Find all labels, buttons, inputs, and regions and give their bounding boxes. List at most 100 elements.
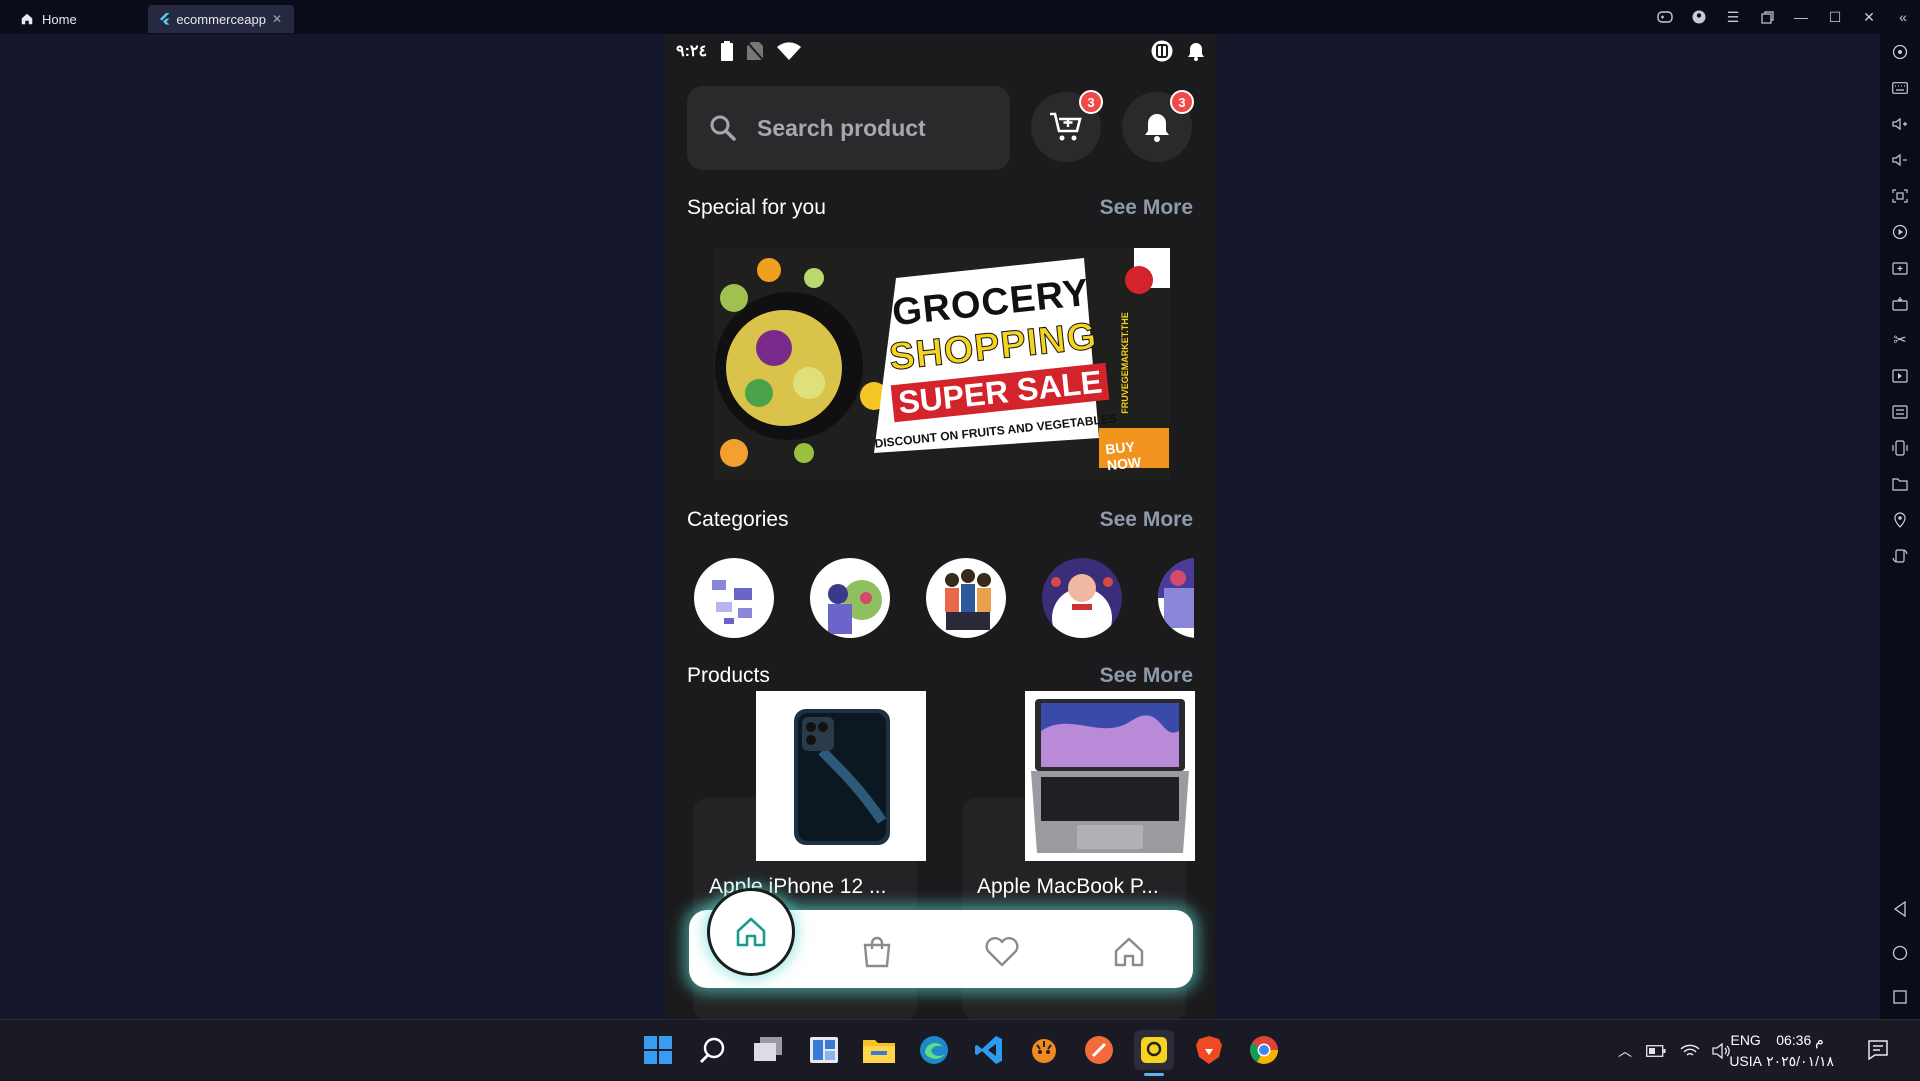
phone-screen: ٩:٢٤ Search product 3 3 Special for you … [664, 34, 1217, 1019]
notification-center-icon [1868, 1040, 1888, 1060]
nav-profile-button[interactable] [1109, 932, 1149, 972]
promo-banner[interactable]: GROCERY SHOPPING SUPER SALE DISCOUNT ON … [714, 248, 1170, 480]
close-tab-icon[interactable]: ✕ [272, 12, 282, 26]
network-icon[interactable] [1680, 1043, 1700, 1059]
scissors-icon[interactable]: ✂ [1880, 322, 1920, 358]
screenshot-icon[interactable] [1880, 178, 1920, 214]
shopping-bag-icon [863, 936, 891, 968]
bluestacks-button[interactable] [1134, 1030, 1174, 1076]
category-item[interactable] [810, 558, 890, 638]
product-image-iphone[interactable] [756, 691, 926, 861]
battery-icon [721, 41, 734, 61]
vscode-icon [975, 1036, 1002, 1064]
bell-icon [1145, 114, 1169, 142]
emulator-titlebar: Home ecommerceapp ✕ ☰ — ☐ ✕ « [0, 0, 1920, 34]
rotate-icon[interactable] [1880, 538, 1920, 574]
tiger-app-button[interactable] [1024, 1030, 1064, 1070]
home-circle-icon[interactable] [1880, 931, 1920, 975]
active-indicator [1144, 1073, 1164, 1076]
category-isometric-image [712, 580, 752, 624]
chrome-button[interactable] [1244, 1030, 1284, 1070]
clock-date: ٢٠٢٥/٠١/١٨ [1766, 1053, 1834, 1069]
folder-taskbar-icon [863, 1040, 895, 1063]
search-taskbar-icon [700, 1037, 725, 1063]
notification-center-button[interactable] [1860, 1030, 1896, 1070]
special-section-title: Special for you [687, 196, 826, 219]
keyboard-icon[interactable] [1880, 70, 1920, 106]
clock-time: 06:36 م [1776, 1032, 1824, 1048]
volume-up-icon[interactable] [1880, 106, 1920, 142]
menu-icon[interactable]: ☰ [1716, 0, 1750, 34]
close-window-icon[interactable]: ✕ [1852, 0, 1886, 34]
edge-button[interactable] [914, 1030, 954, 1070]
search-field[interactable]: Search product [687, 86, 1010, 170]
apk-install-icon[interactable] [1880, 286, 1920, 322]
heart-icon [985, 937, 1019, 967]
shake-icon[interactable] [1880, 430, 1920, 466]
status-bar: ٩:٢٤ [664, 34, 1217, 68]
clock[interactable]: 06:36 م ٢٠٢٥/٠١/١٨ [1766, 1030, 1834, 1072]
category-chef-image [1051, 574, 1113, 638]
products-section-title: Products [687, 664, 770, 687]
file-explorer-button[interactable] [859, 1030, 899, 1070]
folder-icon[interactable] [1880, 466, 1920, 502]
notification-badge: 3 [1170, 90, 1194, 114]
tab-ecommerceapp[interactable]: ecommerceapp ✕ [148, 5, 294, 33]
special-see-more-link[interactable]: See More [1100, 196, 1193, 220]
nav-favorites-button[interactable] [982, 932, 1022, 972]
banner-cta: BUY NOW [1104, 438, 1142, 474]
windows-icon [644, 1036, 672, 1064]
collapse-sidebar-icon[interactable]: « [1886, 0, 1920, 34]
nav-shop-button[interactable] [857, 932, 897, 972]
cart-icon [1050, 112, 1082, 141]
add-media-icon[interactable] [1880, 250, 1920, 286]
settings-icon[interactable] [1880, 34, 1920, 70]
product-image-macbook[interactable] [1025, 691, 1195, 861]
status-time: ٩:٢٤ [676, 43, 708, 60]
category-item[interactable] [926, 558, 1006, 638]
minimize-icon[interactable]: — [1784, 0, 1818, 34]
vscode-button[interactable] [969, 1030, 1009, 1070]
brave-icon [1196, 1036, 1222, 1064]
app-status-icon [1151, 40, 1173, 62]
categories-see-more-link[interactable]: See More [1100, 508, 1193, 532]
home-nav-icon [736, 917, 766, 947]
recents-icon[interactable] [1880, 975, 1920, 1019]
restore-window-icon[interactable] [1750, 0, 1784, 34]
language-code: ENG [1730, 1032, 1761, 1048]
language-indicator[interactable]: ENG USIA [1729, 1030, 1762, 1072]
postman-button[interactable] [1079, 1030, 1119, 1070]
cart-button[interactable]: 3 [1031, 90, 1103, 162]
chevron-up-icon[interactable]: ︿ [1612, 1041, 1638, 1061]
widgets-button[interactable] [804, 1030, 844, 1070]
notifications-button[interactable]: 3 [1122, 90, 1194, 162]
edge-icon [920, 1036, 948, 1064]
task-view-button[interactable] [749, 1030, 789, 1070]
home-icon [21, 13, 33, 25]
back-icon[interactable] [1880, 887, 1920, 931]
nav-home-button[interactable] [707, 888, 795, 976]
brave-button[interactable] [1189, 1030, 1229, 1070]
windows-taskbar: ︿ ENG USIA 06:36 م ٢٠٢٥/٠١/١٨ [0, 1019, 1920, 1080]
categories-section-title: Categories [687, 508, 789, 531]
start-button[interactable] [638, 1030, 678, 1070]
location-icon[interactable] [1880, 502, 1920, 538]
tab-home[interactable]: Home [0, 5, 148, 33]
volume-down-icon[interactable] [1880, 142, 1920, 178]
record-icon[interactable] [1880, 214, 1920, 250]
category-item[interactable] [1042, 558, 1122, 638]
chrome-icon [1250, 1036, 1278, 1064]
macro-icon[interactable] [1880, 358, 1920, 394]
home-outline-icon [1114, 937, 1144, 967]
tiger-icon [1032, 1039, 1056, 1063]
gamepad-icon[interactable] [1648, 0, 1682, 34]
account-icon[interactable] [1682, 0, 1716, 34]
system-tray: ︿ [1612, 1020, 1738, 1081]
products-see-more-link[interactable]: See More [1100, 664, 1193, 688]
multi-instance-icon[interactable] [1880, 394, 1920, 430]
search-icon [710, 115, 736, 141]
category-item[interactable] [694, 558, 774, 638]
maximize-icon[interactable]: ☐ [1818, 0, 1852, 34]
search-taskbar-button[interactable] [693, 1030, 733, 1070]
battery-tray-icon[interactable] [1646, 1044, 1666, 1057]
